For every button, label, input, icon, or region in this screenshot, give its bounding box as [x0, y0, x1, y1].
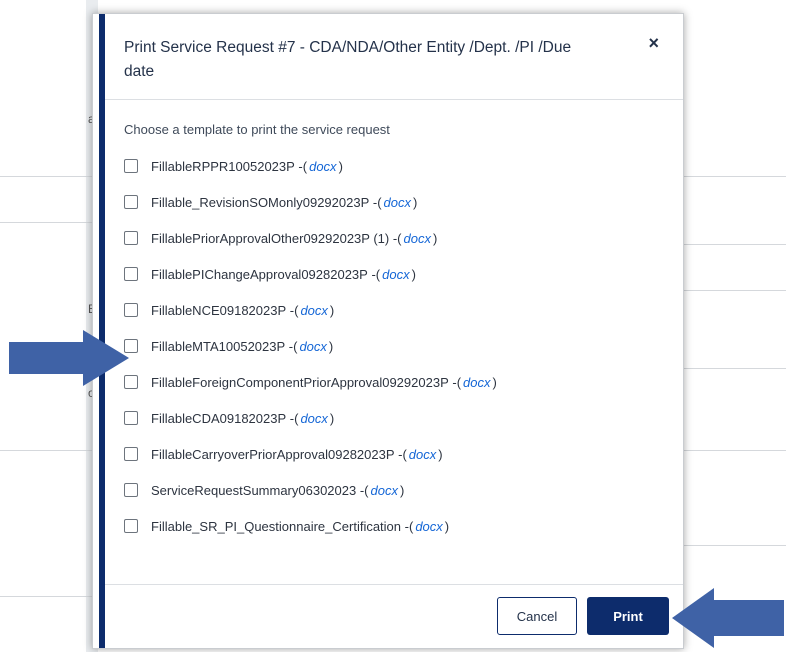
- modal-title: Print Service Request #7 - CDA/NDA/Other…: [124, 39, 572, 80]
- template-separator: -(: [286, 410, 299, 426]
- template-checkbox[interactable]: [124, 303, 138, 317]
- template-name: Fillable_SR_PI_Questionnaire_Certificati…: [151, 518, 402, 534]
- template-separator: ): [432, 230, 438, 246]
- background-divider: [684, 450, 786, 451]
- template-separator: ): [411, 266, 416, 282]
- template-docx-link[interactable]: docx: [299, 339, 326, 354]
- template-docx-link[interactable]: docx: [300, 411, 327, 426]
- template-name: FillableMTA10052023P: [151, 338, 286, 354]
- template-separator: -(: [389, 230, 402, 246]
- background-divider: [0, 450, 92, 451]
- template-docx-link[interactable]: docx: [415, 519, 442, 534]
- background-divider: [684, 368, 786, 369]
- template-row: FillableCDA09182023P -(docx): [124, 400, 683, 436]
- background-divider: [0, 176, 92, 177]
- template-docx-link[interactable]: docx: [404, 231, 431, 246]
- template-row: ServiceRequestSummary06302023 -(docx): [124, 472, 683, 508]
- template-checkbox[interactable]: [124, 159, 138, 173]
- template-name: FillableCDA09182023P: [151, 410, 287, 426]
- template-name: FillableRPPR10052023P: [151, 158, 295, 174]
- template-row: Fillable_RevisionSOMonly09292023P -(docx…: [124, 184, 683, 220]
- template-separator: ): [329, 410, 335, 426]
- template-checkbox[interactable]: [124, 267, 138, 281]
- template-separator: ): [329, 302, 335, 318]
- template-checkbox[interactable]: [124, 519, 138, 533]
- template-separator: -(: [369, 194, 382, 210]
- print-button[interactable]: Print: [587, 597, 669, 635]
- template-intro-text: Choose a template to print the service r…: [124, 122, 390, 137]
- modal-header: Print Service Request #7 - CDA/NDA/Other…: [105, 14, 683, 100]
- template-separator: -(: [367, 266, 381, 282]
- template-name: FillablePriorApprovalOther09292023P (1): [151, 230, 390, 246]
- template-separator: -(: [401, 518, 414, 534]
- template-name: FillableNCE09182023P: [151, 302, 287, 318]
- template-list: FillableRPPR10052023P -(docx) Fillable_Re…: [124, 148, 683, 544]
- template-row: FillableForeignComponentPriorApproval092…: [124, 364, 683, 400]
- template-separator: -(: [356, 482, 369, 498]
- template-separator: ): [438, 446, 443, 462]
- background-divider: [684, 290, 786, 291]
- arrow-annotation-icon: [9, 330, 129, 386]
- template-name: Fillable_RevisionSOMonly09292023P: [151, 194, 370, 210]
- template-separator: ): [492, 374, 497, 390]
- background-divider: [684, 545, 786, 546]
- template-separator: -(: [394, 446, 407, 462]
- template-docx-link[interactable]: docx: [384, 195, 411, 210]
- template-name: FillableCarryoverPriorApproval09282023P: [151, 446, 395, 462]
- template-separator: -(: [285, 338, 298, 354]
- modal-footer: Cancel Print: [105, 584, 683, 651]
- template-name: ServiceRequestSummary06302023: [151, 482, 357, 498]
- template-separator: -(: [294, 158, 308, 174]
- print-service-request-dialog: Print Service Request #7 - CDA/NDA/Other…: [92, 13, 684, 649]
- template-docx-link[interactable]: docx: [371, 483, 398, 498]
- template-docx-link[interactable]: docx: [382, 267, 409, 282]
- template-row: FillablePriorApprovalOther09292023P (1) …: [124, 220, 683, 256]
- cancel-button[interactable]: Cancel: [497, 597, 577, 635]
- template-row: FillableRPPR10052023P -(docx): [124, 148, 683, 184]
- close-icon[interactable]: ×: [648, 33, 659, 54]
- arrow-annotation-icon: [672, 588, 784, 648]
- background-divider: [0, 596, 92, 597]
- template-checkbox[interactable]: [124, 231, 138, 245]
- template-docx-link[interactable]: docx: [409, 447, 436, 462]
- template-separator: ): [444, 518, 450, 534]
- template-docx-link[interactable]: docx: [309, 159, 336, 174]
- template-row: FillablePIChangeApproval09282023P -(docx…: [124, 256, 683, 292]
- template-checkbox[interactable]: [124, 195, 138, 209]
- template-checkbox[interactable]: [124, 483, 138, 497]
- background-divider: [0, 222, 92, 223]
- modal-body: Choose a template to print the service r…: [124, 122, 683, 544]
- template-row: FillableCarryoverPriorApproval09282023P …: [124, 436, 683, 472]
- template-row: Fillable_SR_PI_Questionnaire_Certificati…: [124, 508, 683, 544]
- template-checkbox[interactable]: [124, 411, 138, 425]
- template-name: FillableForeignComponentPriorApproval092…: [151, 374, 449, 390]
- template-docx-link[interactable]: docx: [463, 375, 490, 390]
- template-separator: ): [413, 194, 418, 210]
- background-divider: [684, 244, 786, 245]
- template-docx-link[interactable]: docx: [300, 303, 327, 318]
- template-separator: -(: [286, 302, 299, 318]
- template-separator: ): [399, 482, 405, 498]
- template-checkbox[interactable]: [124, 447, 138, 461]
- template-separator: ): [328, 338, 334, 354]
- template-separator: ): [338, 158, 343, 174]
- template-separator: -(: [448, 374, 462, 390]
- template-name: FillablePIChangeApproval09282023P: [151, 266, 368, 282]
- background-divider: [684, 176, 786, 177]
- template-row: FillableNCE09182023P -(docx): [124, 292, 683, 328]
- template-row: FillableMTA10052023P -(docx): [124, 328, 683, 364]
